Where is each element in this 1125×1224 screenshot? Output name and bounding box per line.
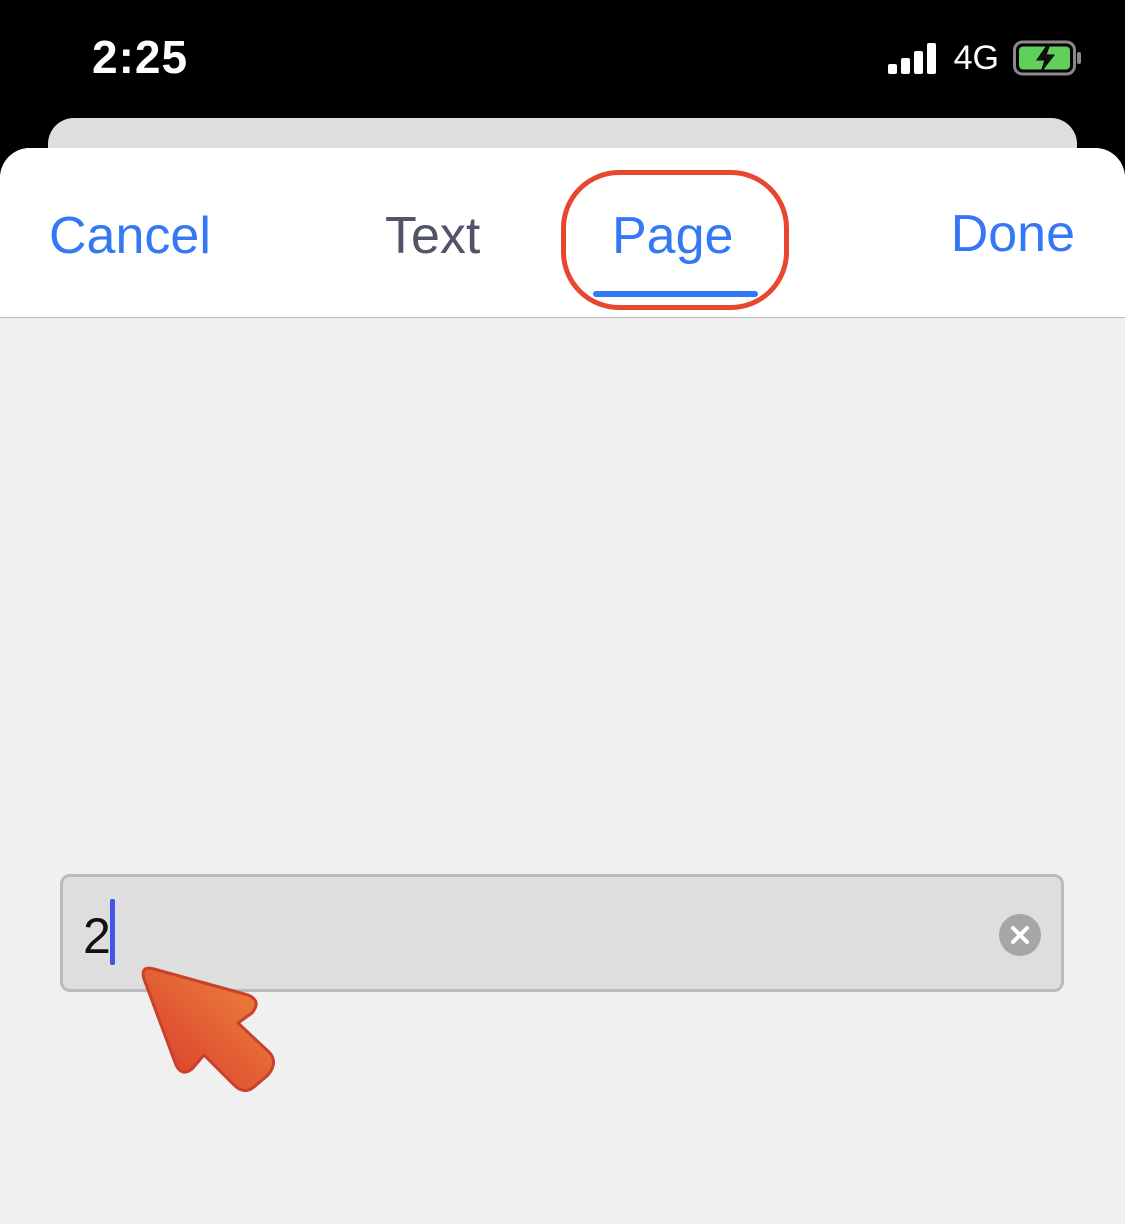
signal-icon bbox=[887, 42, 940, 74]
text-cursor bbox=[110, 899, 115, 965]
tab-page[interactable]: Page bbox=[612, 206, 733, 266]
battery-charging-icon bbox=[1013, 40, 1081, 76]
go-to-sheet: Cancel Text Page Done 2 bbox=[0, 148, 1125, 1224]
status-indicators: 4G bbox=[887, 38, 1083, 78]
status-time: 2:25 bbox=[92, 31, 189, 83]
navigation-bar: Cancel Text Page Done bbox=[0, 148, 1125, 318]
status-bar: 2:25 4G bbox=[0, 0, 1125, 120]
network-label: 4G bbox=[953, 38, 999, 77]
page-number-input[interactable]: 2 bbox=[60, 874, 1064, 992]
tab-page-indicator bbox=[593, 291, 758, 297]
page-number-value: 2 bbox=[83, 908, 111, 964]
cancel-button[interactable]: Cancel bbox=[49, 206, 211, 266]
tab-text[interactable]: Text bbox=[385, 206, 480, 266]
clear-icon[interactable] bbox=[999, 914, 1041, 956]
done-button[interactable]: Done bbox=[951, 204, 1075, 264]
